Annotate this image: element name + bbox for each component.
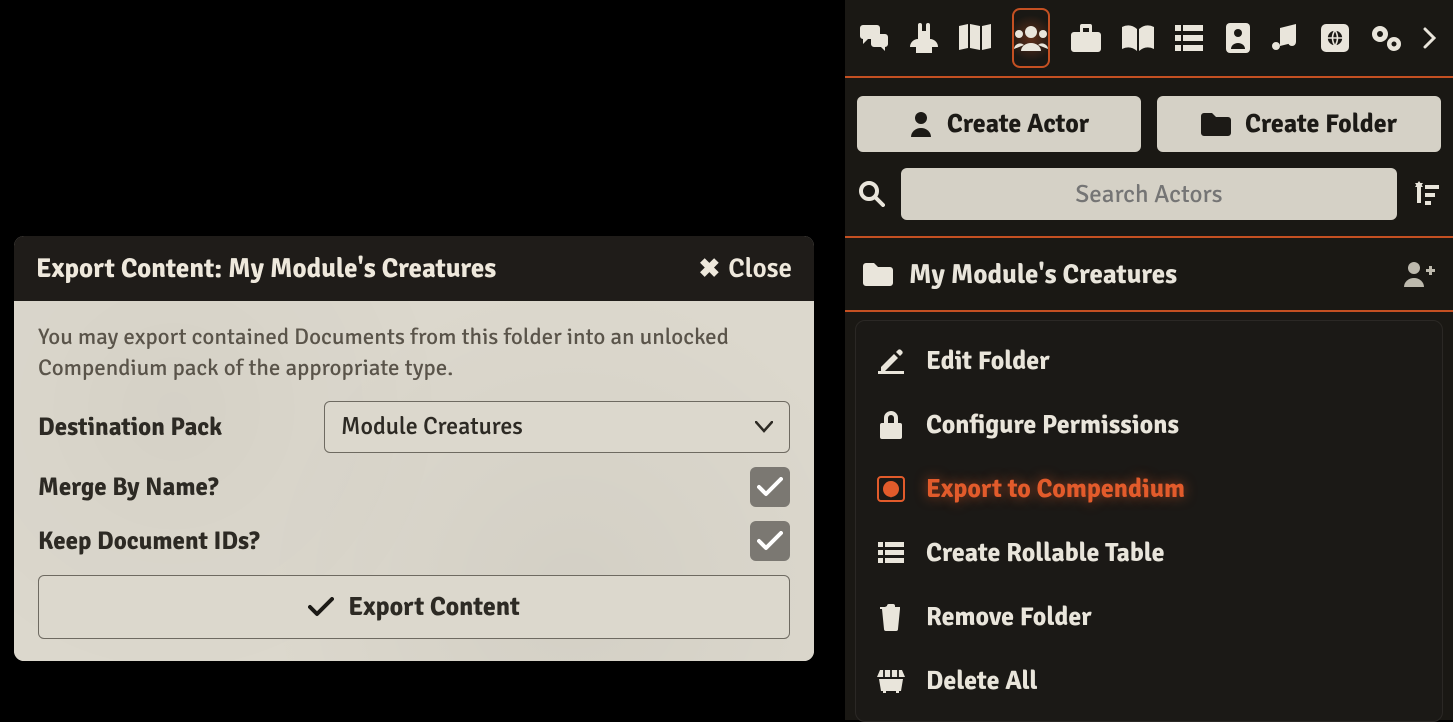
- ctx-label: Remove Folder: [926, 601, 1092, 633]
- tab-journal[interactable]: [1122, 21, 1154, 55]
- folder-icon: [1201, 112, 1231, 136]
- ctx-export-compendium[interactable]: Export to Compendium: [856, 457, 1442, 521]
- check-icon: [308, 597, 334, 617]
- folder-header[interactable]: My Module's Creatures: [845, 238, 1453, 312]
- dialog-title: Export Content: My Module's Creatures: [36, 252, 496, 285]
- keep-ids-row: Keep Document IDs?: [38, 521, 790, 561]
- table-icon: [876, 542, 906, 564]
- check-icon: [757, 531, 783, 551]
- ctx-edit-folder[interactable]: Edit Folder: [856, 329, 1442, 393]
- create-folder-label: Create Folder: [1245, 108, 1397, 140]
- tab-cards[interactable]: [1224, 21, 1251, 55]
- trash-icon: [876, 603, 906, 631]
- merge-row: Merge By Name?: [38, 467, 790, 507]
- create-folder-button[interactable]: Create Folder: [1157, 96, 1441, 152]
- ctx-label: Edit Folder: [926, 345, 1050, 377]
- ctx-remove-folder[interactable]: Remove Folder: [856, 585, 1442, 649]
- sidebar: Create Actor Create Folder My Module's C…: [845, 0, 1453, 720]
- destination-row: Destination Pack Module Creatures: [38, 401, 790, 453]
- ctx-configure-permissions[interactable]: Configure Permissions: [856, 393, 1442, 457]
- ctx-label: Configure Permissions: [926, 409, 1179, 441]
- tab-scenes[interactable]: [959, 21, 991, 55]
- folder-icon: [863, 262, 893, 286]
- export-button-label: Export Content: [348, 591, 520, 623]
- ctx-create-rollable-table[interactable]: Create Rollable Table: [856, 521, 1442, 585]
- close-label: Close: [728, 252, 792, 285]
- ctx-label: Export to Compendium: [926, 473, 1185, 505]
- create-actor-button[interactable]: Create Actor: [857, 96, 1141, 152]
- folder-name: My Module's Creatures: [909, 258, 1177, 291]
- tab-settings[interactable]: [1370, 21, 1402, 55]
- tab-combat[interactable]: [910, 21, 938, 55]
- merge-checkbox[interactable]: [750, 467, 790, 507]
- tab-playlists[interactable]: [1272, 21, 1300, 55]
- tab-tables[interactable]: [1175, 21, 1203, 55]
- sidebar-action-row: Create Actor Create Folder: [845, 78, 1453, 152]
- tab-compendium[interactable]: [1321, 21, 1349, 55]
- ctx-label: Create Rollable Table: [926, 537, 1165, 569]
- sort-icon[interactable]: [1411, 181, 1441, 207]
- tab-actors[interactable]: [1012, 8, 1050, 68]
- dumpster-icon: [876, 669, 906, 693]
- tab-items[interactable]: [1071, 21, 1101, 55]
- collapse-sidebar-icon[interactable]: [1423, 27, 1439, 49]
- destination-select[interactable]: Module Creatures: [324, 401, 790, 453]
- dialog-body: You may export contained Documents from …: [14, 301, 814, 661]
- dialog-hint: You may export contained Documents from …: [38, 321, 790, 383]
- sidebar-tabs: [845, 0, 1453, 78]
- tab-chat[interactable]: [859, 21, 889, 55]
- search-input[interactable]: [901, 168, 1397, 220]
- folder-context-menu: Edit Folder Configure Permissions Export…: [855, 320, 1443, 722]
- atlas-icon: [876, 476, 906, 502]
- user-icon: [909, 111, 933, 137]
- create-actor-in-folder-icon[interactable]: [1403, 261, 1435, 287]
- keep-ids-checkbox[interactable]: [750, 521, 790, 561]
- close-button[interactable]: ✖ Close: [698, 252, 792, 285]
- search-row: [845, 152, 1453, 238]
- dialog-header[interactable]: Export Content: My Module's Creatures ✖ …: [14, 236, 814, 301]
- export-content-dialog: Export Content: My Module's Creatures ✖ …: [14, 236, 814, 661]
- create-actor-label: Create Actor: [947, 108, 1089, 140]
- close-icon: ✖: [698, 253, 720, 285]
- keep-ids-label: Keep Document IDs?: [38, 526, 260, 557]
- destination-label: Destination Pack: [38, 412, 222, 443]
- check-icon: [757, 477, 783, 497]
- edit-icon: [876, 348, 906, 374]
- ctx-label: Delete All: [926, 665, 1038, 697]
- merge-label: Merge By Name?: [38, 472, 218, 503]
- ctx-delete-all[interactable]: Delete All: [856, 649, 1442, 713]
- export-content-button[interactable]: Export Content: [38, 575, 790, 639]
- lock-icon: [876, 411, 906, 439]
- search-icon[interactable]: [857, 181, 887, 207]
